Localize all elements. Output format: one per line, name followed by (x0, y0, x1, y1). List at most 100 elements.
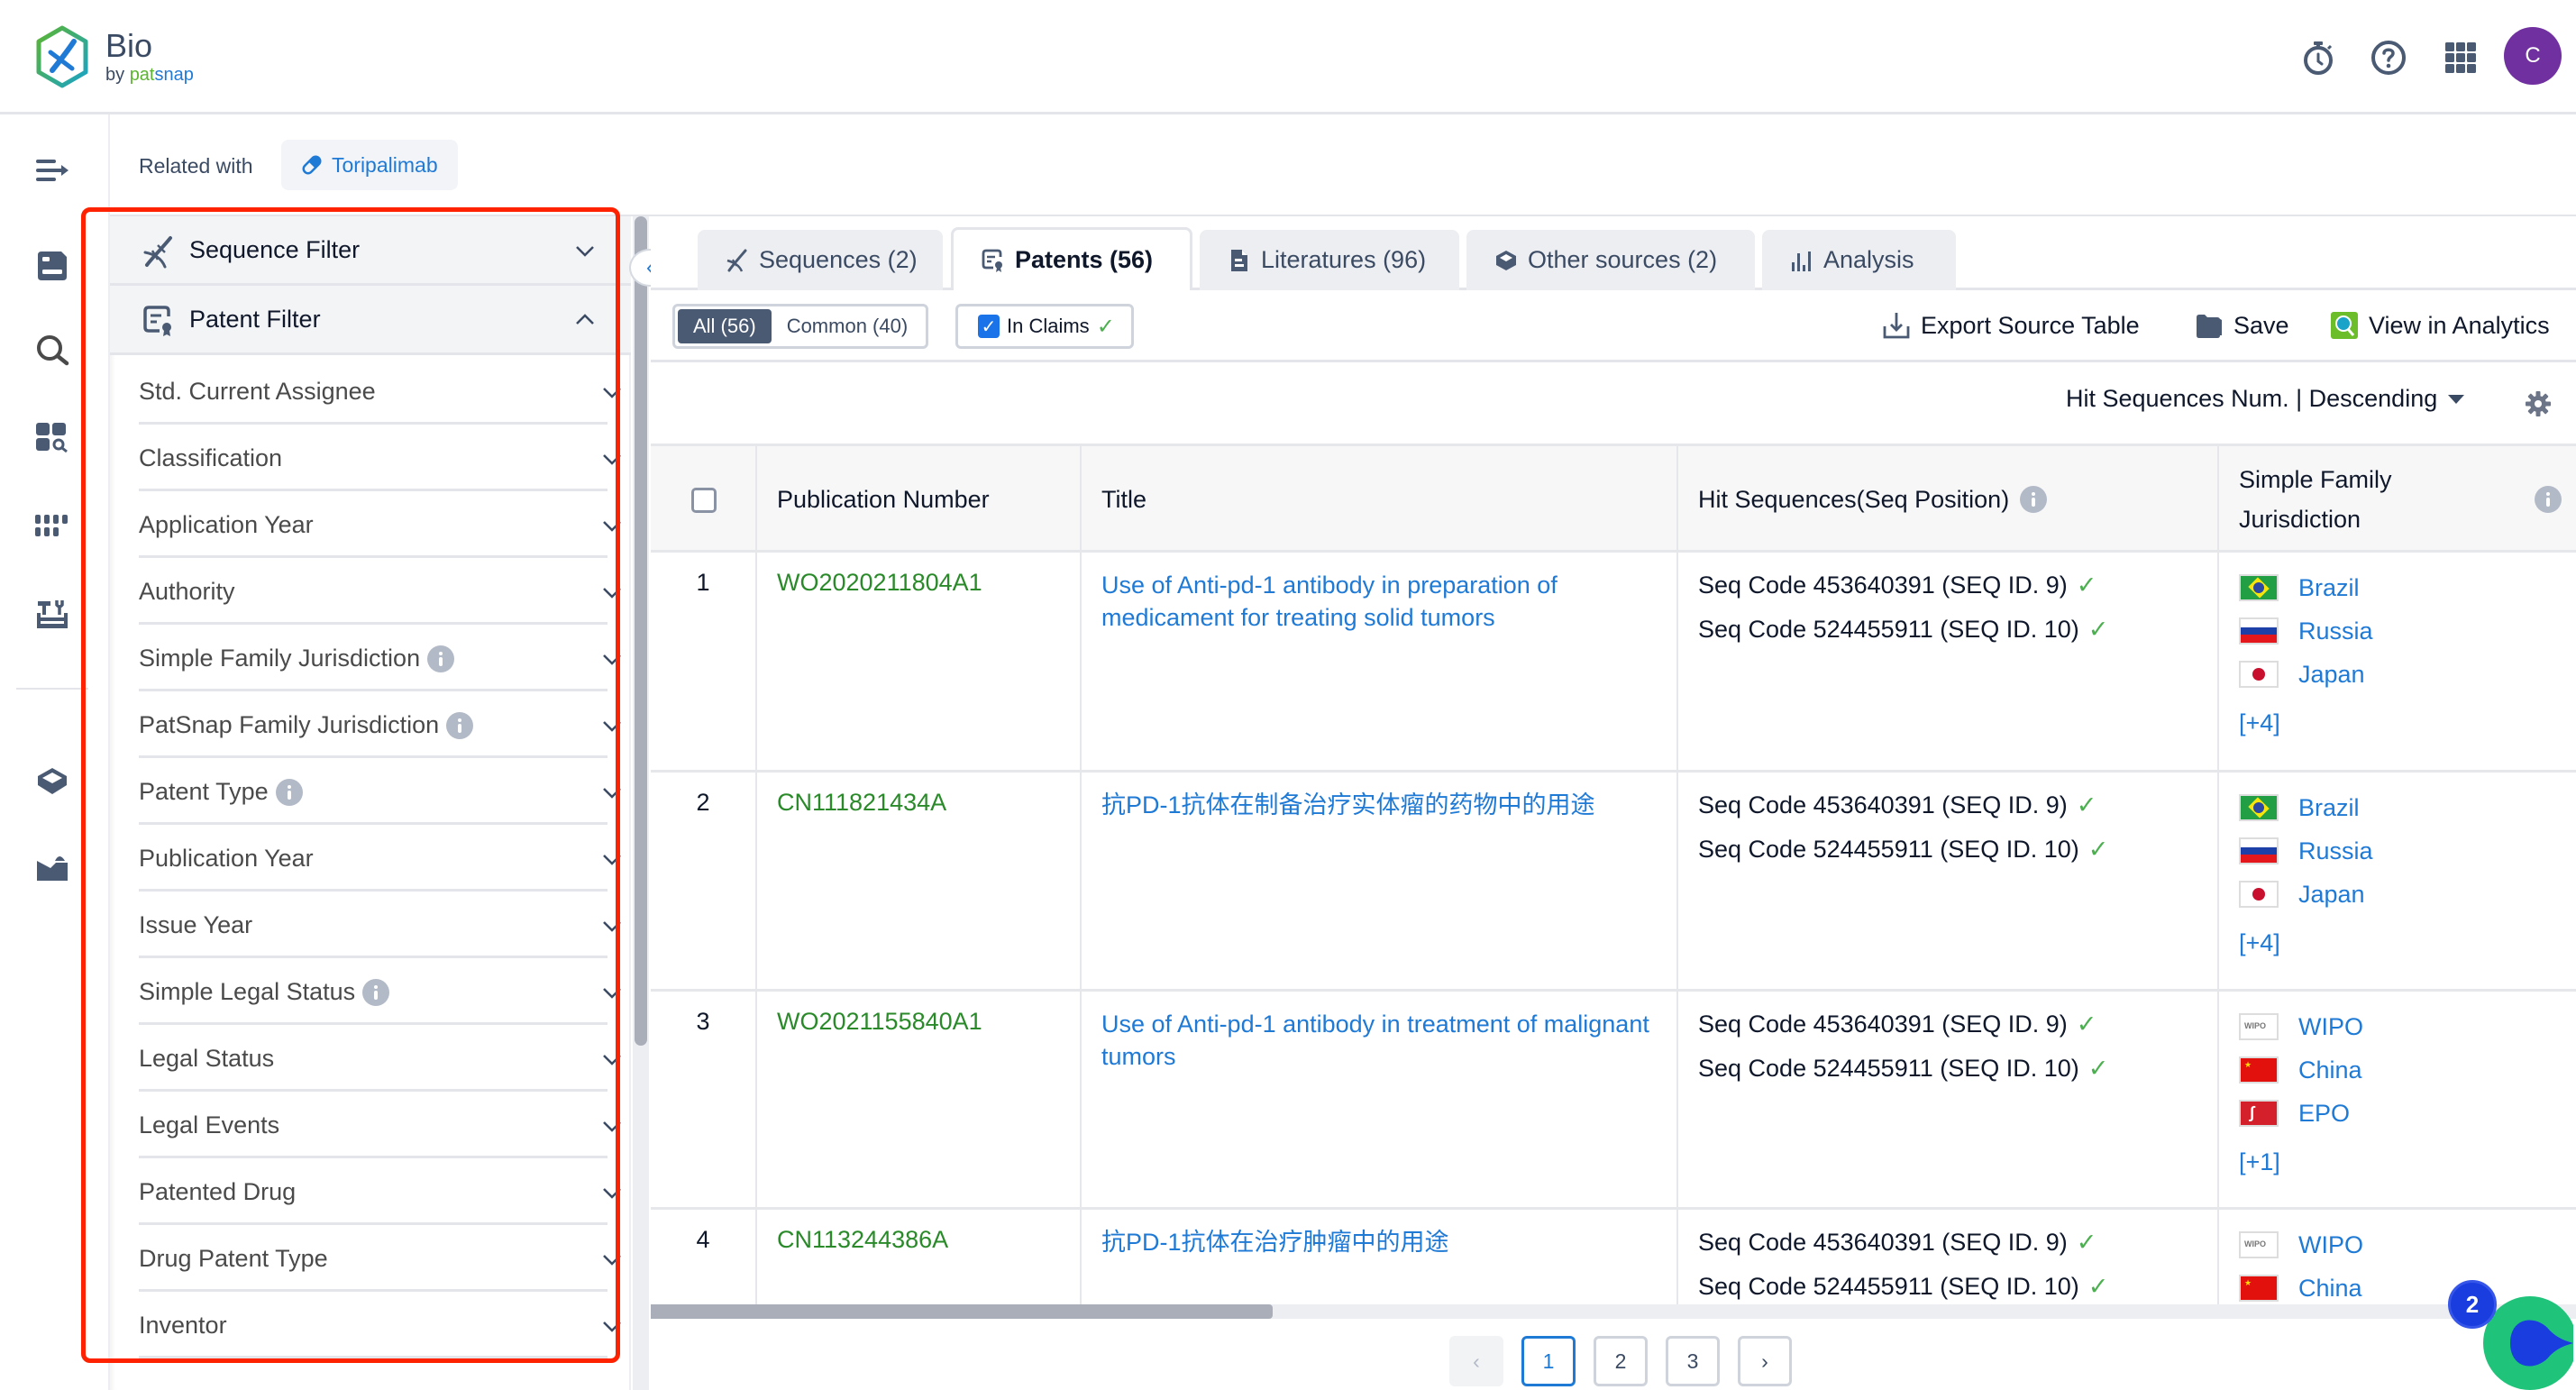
page-3-button[interactable]: 3 (1666, 1336, 1720, 1386)
hit-sequence-item[interactable]: Seq Code 524455911 (SEQ ID. 10) ✓ (1698, 833, 2197, 877)
hit-sequence-item[interactable]: Seq Code 453640391 (SEQ ID. 9) ✓ (1698, 789, 2197, 833)
hit-sequence-item[interactable]: Seq Code 524455911 (SEQ ID. 10) ✓ (1698, 1052, 2197, 1096)
search-icon[interactable] (34, 333, 70, 369)
filter-item[interactable]: Authority (139, 558, 621, 625)
save-button[interactable]: Save (2194, 310, 2289, 341)
filter-item[interactable]: Classification (139, 425, 621, 491)
apps-grid-icon[interactable] (2443, 40, 2479, 76)
table-row[interactable]: 4 CN113244386A 抗PD-1抗体在治疗肿瘤中的用途 Seq Code 45… (651, 1210, 2576, 1304)
filter-item[interactable]: Inventor (139, 1292, 621, 1358)
menu-expand-icon[interactable] (34, 152, 70, 188)
filter-item[interactable]: Legal Status (139, 1025, 621, 1092)
info-icon[interactable] (2020, 486, 2048, 513)
view-in-analytics-button[interactable]: View in Analytics (2329, 310, 2550, 341)
th-hit-sequences[interactable]: Hit Sequences(Seq Position) (1678, 446, 2219, 553)
filter-item[interactable]: Patent Type (139, 758, 621, 825)
chevron-down-icon[interactable] (601, 1115, 623, 1137)
filter-item[interactable]: Application Year (139, 491, 621, 558)
related-drug-chip[interactable]: Toripalimab (281, 140, 458, 190)
chevron-down-icon[interactable] (601, 782, 623, 803)
patent-title-link[interactable]: Use of Anti-pd-1 antibody in treatment o… (1101, 1010, 1649, 1070)
gear-icon[interactable] (2524, 389, 2553, 418)
next-page-button[interactable]: › (1738, 1336, 1792, 1386)
database-icon[interactable] (34, 764, 70, 800)
filter-item[interactable]: Legal Events (139, 1092, 621, 1158)
jurisdiction-item[interactable]: WIPO WIPO (2239, 1002, 2556, 1051)
bio-logo-icon[interactable] (34, 25, 90, 88)
filter-item[interactable]: Drug Patent Type (139, 1225, 621, 1292)
prev-page-button[interactable]: ‹ (1449, 1336, 1503, 1386)
patent-title-link[interactable]: 抗PD-1抗体在制备治疗实体瘤的药物中的用途 (1101, 791, 1595, 818)
workspace-icon[interactable] (34, 248, 70, 284)
info-icon[interactable] (427, 645, 455, 672)
table-row[interactable]: 2 CN111821434A 抗PD-1抗体在制备治疗实体瘤的药物中的用途 Seq C… (651, 773, 2576, 992)
tab-patents[interactable]: Patents (56) (951, 227, 1192, 290)
inbox-upload-icon[interactable] (34, 850, 70, 886)
scope-common-button[interactable]: Common (40) (772, 309, 923, 343)
chevron-down-icon[interactable] (601, 715, 623, 736)
jurisdiction-item[interactable]: Japan (2239, 870, 2556, 919)
patent-title-link[interactable]: 抗PD-1抗体在治疗肿瘤中的用途 (1101, 1229, 1449, 1256)
info-icon[interactable] (275, 778, 303, 806)
hit-sequence-item[interactable]: Seq Code 524455911 (SEQ ID. 10) ✓ (1698, 1270, 2197, 1304)
filter-item[interactable]: Simple Family Jurisdiction (139, 625, 621, 691)
chevron-down-icon[interactable] (601, 381, 623, 403)
help-icon[interactable] (2370, 40, 2407, 76)
chevron-down-icon[interactable] (601, 982, 623, 1003)
chevron-up-icon[interactable] (574, 309, 596, 331)
jurisdiction-item[interactable]: Brazil (2239, 783, 2556, 832)
th-simple-family-jurisdiction[interactable]: Simple Family Jurisdiction (2219, 446, 2576, 553)
info-icon[interactable] (362, 978, 390, 1006)
publication-number-link[interactable]: CN113244386A (777, 1226, 948, 1253)
chevron-down-icon[interactable] (601, 515, 623, 536)
filter-item[interactable]: Simple Legal Status (139, 958, 621, 1025)
select-all-checkbox[interactable] (691, 488, 717, 513)
in-claims-checkbox[interactable]: ✓ (978, 315, 1000, 338)
chevron-down-icon[interactable] (574, 240, 596, 261)
info-icon[interactable] (446, 711, 474, 739)
filter-item[interactable]: Issue Year (139, 892, 621, 958)
sequence-filter-header[interactable]: Sequence Filter (110, 216, 631, 286)
lab-tools-icon[interactable] (34, 598, 70, 634)
table-hscrollbar-thumb[interactable] (651, 1304, 1273, 1319)
chevron-down-icon[interactable] (601, 1315, 623, 1337)
export-source-table-button[interactable]: Export Source Table (1881, 310, 2140, 341)
in-claims-toggle[interactable]: ✓ In Claims ✓ (955, 304, 1134, 349)
chevron-down-icon[interactable] (601, 848, 623, 870)
jurisdiction-item[interactable]: Russia (2239, 827, 2556, 875)
hit-sequence-item[interactable]: Seq Code 453640391 (SEQ ID. 9) ✓ (1698, 1226, 2197, 1270)
jurisdiction-item[interactable]: Brazil (2239, 563, 2556, 612)
jurisdiction-item[interactable]: ∫ EPO (2239, 1089, 2556, 1138)
hit-sequence-item[interactable]: Seq Code 524455911 (SEQ ID. 10) ✓ (1698, 613, 2197, 657)
chevron-down-icon[interactable] (601, 1048, 623, 1070)
stopwatch-icon[interactable] (2300, 40, 2336, 76)
patent-title-link[interactable]: Use of Anti-pd-1 antibody in preparation… (1101, 572, 1557, 631)
jurisdiction-item[interactable]: WIPO WIPO (2239, 1221, 2556, 1269)
info-icon[interactable] (2535, 486, 2562, 513)
publication-number-link[interactable]: WO2020211804A1 (777, 569, 982, 596)
th-publication-number[interactable]: Publication Number (757, 446, 1082, 553)
filter-item[interactable]: Std. Current Assignee (139, 358, 621, 425)
chevron-down-icon[interactable] (601, 1182, 623, 1203)
chevron-down-icon[interactable] (601, 448, 623, 470)
chevron-down-icon[interactable] (601, 915, 623, 937)
page-2-button[interactable]: 2 (1594, 1336, 1648, 1386)
chevron-down-icon[interactable] (601, 581, 623, 603)
tab-other-sources[interactable]: Other sources (2) (1466, 230, 1755, 290)
jurisdiction-item[interactable]: Russia (2239, 607, 2556, 655)
sort-dropdown[interactable]: Hit Sequences Num. | Descending (2066, 385, 2465, 413)
user-avatar[interactable]: C (2504, 27, 2562, 85)
publication-number-link[interactable]: CN111821434A (777, 789, 946, 816)
filter-item[interactable]: Publication Year (139, 825, 621, 892)
hit-sequence-item[interactable]: Seq Code 453640391 (SEQ ID. 9) ✓ (1698, 1008, 2197, 1052)
tab-sequences[interactable]: Sequences (2) (698, 230, 943, 290)
table-hscrollbar[interactable] (651, 1304, 2576, 1319)
more-jurisdictions-link[interactable]: [+1] (2239, 1148, 2556, 1176)
jurisdiction-item[interactable]: Japan (2239, 650, 2556, 699)
analysis-search-icon[interactable] (34, 421, 70, 457)
publication-number-link[interactable]: WO2021155840A1 (777, 1008, 982, 1035)
tab-literatures[interactable]: Literatures (96) (1200, 230, 1459, 290)
filter-scrollbar-thumb[interactable] (635, 216, 647, 1046)
filter-item[interactable]: PatSnap Family Jurisdiction (139, 691, 621, 758)
th-title[interactable]: Title (1082, 446, 1678, 553)
